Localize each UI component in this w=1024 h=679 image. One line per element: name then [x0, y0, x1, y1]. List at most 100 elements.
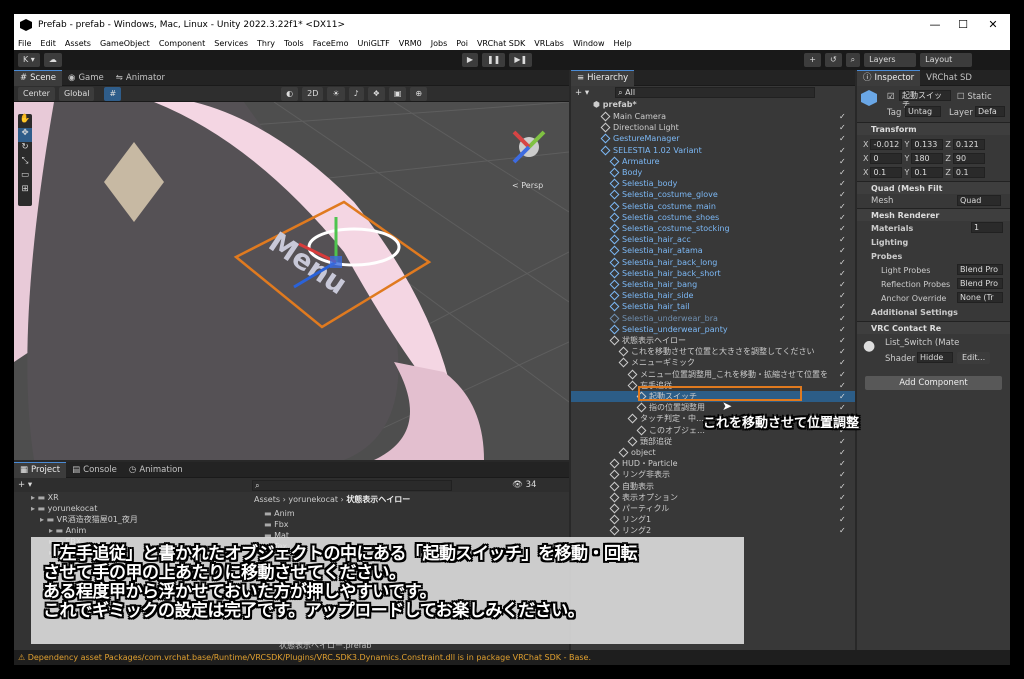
active-toggle-checkbox[interactable]: ✓ [839, 324, 846, 335]
hierarchy-item[interactable]: Selestia_body [609, 178, 677, 189]
active-checkbox[interactable]: ☑ [887, 92, 895, 102]
menu-vrlabs[interactable]: VRLabs [534, 39, 564, 48]
active-toggle-checkbox[interactable]: ✓ [839, 313, 846, 324]
hierarchy-item[interactable]: Selestia_underwear_bra [609, 313, 718, 324]
tab-animation[interactable]: ◷ Animation [123, 462, 189, 478]
active-toggle-checkbox[interactable]: ✓ [839, 257, 846, 268]
menu-tools[interactable]: Tools [284, 39, 304, 48]
status-bar[interactable]: ⚠ Dependency asset Packages/com.vrchat.b… [14, 650, 1010, 665]
mode-2d-toggle[interactable]: 2D [302, 86, 324, 101]
minimize-button[interactable]: — [920, 14, 950, 36]
hierarchy-item[interactable]: Selestia_hair_back_short [609, 268, 721, 279]
hierarchy-item[interactable]: これを移動させて位置と大きさを調整してください [618, 346, 815, 357]
active-toggle-checkbox[interactable]: ✓ [839, 481, 846, 492]
tab-vrchat-sdk[interactable]: VRChat SD [920, 70, 978, 86]
project-folder-item[interactable]: ▬ Fbx [264, 519, 564, 530]
active-toggle-checkbox[interactable]: ✓ [839, 525, 846, 536]
hierarchy-item[interactable]: SELESTIA 1.02 Variant [600, 145, 702, 156]
menu-edit[interactable]: Edit [40, 39, 56, 48]
audio-icon[interactable]: ♪ [348, 86, 364, 101]
light-probes-dropdown[interactable]: Blend Pro [957, 264, 1003, 275]
play-button[interactable]: ▶ [461, 53, 478, 67]
active-toggle-checkbox[interactable]: ✓ [839, 133, 846, 144]
hierarchy-item[interactable]: リング2 [609, 525, 651, 536]
hierarchy-item[interactable]: Selestia_underwear_panty [609, 324, 728, 335]
active-toggle-checkbox[interactable]: ✓ [839, 346, 846, 357]
effects-icon[interactable]: ❖ [367, 86, 385, 101]
tab-animator[interactable]: ⇋ Animator [110, 70, 171, 86]
pivot-dropdown[interactable]: Center [18, 86, 55, 101]
position-x-field[interactable]: -0.012 [870, 138, 903, 150]
hierarchy-item[interactable]: Selestia_hair_back_long [609, 257, 717, 268]
breadcrumb-yorunekocat[interactable]: yorunekocat [288, 495, 338, 504]
active-toggle-checkbox[interactable]: ✓ [839, 357, 846, 368]
active-toggle-checkbox[interactable]: ✓ [839, 111, 846, 122]
transform-header[interactable]: Transform [857, 122, 1010, 135]
position-y-field[interactable]: 0.133 [911, 138, 944, 150]
active-toggle-checkbox[interactable]: ✓ [839, 436, 846, 447]
shader-dropdown[interactable]: Hidde [917, 352, 953, 363]
hierarchy-item[interactable]: リング非表示 [609, 469, 670, 480]
hierarchy-item[interactable]: Selestia_costume_shoes [609, 212, 719, 223]
add-icon[interactable]: + [804, 53, 821, 67]
scene-viewport[interactable]: Menu < Persp ✋ ✥ ↻ ⤡ ▭ ⊞ [14, 102, 569, 460]
scale-tool-icon[interactable]: ⤡ [18, 156, 32, 170]
menu-gameobject[interactable]: GameObject [100, 39, 150, 48]
maximize-button[interactable]: ☐ [948, 14, 978, 36]
menu-services[interactable]: Services [214, 39, 248, 48]
mesh-filter-header[interactable]: Quad (Mesh Filt [857, 181, 1010, 194]
hierarchy-item[interactable]: Selestia_hair_tail [609, 301, 690, 312]
tag-dropdown[interactable]: Untag [905, 106, 941, 117]
create-asset-button[interactable]: + ▾ [18, 480, 32, 490]
hierarchy-item[interactable]: 状態表示ヘイロー [609, 335, 686, 346]
lighting-foldout[interactable]: Lighting [871, 238, 908, 247]
active-toggle-checkbox[interactable]: ✓ [839, 268, 846, 279]
active-toggle-checkbox[interactable]: ✓ [839, 380, 846, 391]
active-toggle-checkbox[interactable]: ✓ [839, 201, 846, 212]
move-tool-icon[interactable]: ✥ [18, 128, 32, 142]
add-component-button[interactable]: Add Component [865, 376, 1002, 390]
active-toggle-checkbox[interactable]: ✓ [839, 503, 846, 514]
active-toggle-checkbox[interactable]: ✓ [839, 145, 846, 156]
reflection-probes-dropdown[interactable]: Blend Pro [957, 278, 1003, 289]
menu-file[interactable]: File [18, 39, 31, 48]
active-toggle-checkbox[interactable]: ✓ [839, 178, 846, 189]
camera-icon[interactable]: ▣ [388, 86, 407, 101]
menu-thry[interactable]: Thry [257, 39, 275, 48]
gizmo-center[interactable] [330, 256, 342, 268]
rotation-y-field[interactable]: 180 [911, 152, 944, 164]
mesh-field[interactable]: Quad [957, 195, 1001, 206]
tab-project[interactable]: ▦ Project [14, 461, 67, 478]
account-dropdown[interactable]: K ▾ [18, 53, 40, 67]
active-toggle-checkbox[interactable]: ✓ [839, 391, 846, 402]
folder-tree-item[interactable]: ▸ ▬ VR酒造夜猫屋01_夜月 [14, 514, 250, 525]
hierarchy-item[interactable]: Selestia_costume_stocking [609, 223, 730, 234]
space-dropdown[interactable]: Global [58, 86, 95, 101]
hierarchy-item[interactable]: object [618, 447, 656, 458]
menu-jobs[interactable]: Jobs [431, 39, 448, 48]
hierarchy-item[interactable]: 指の位置調整用 [636, 402, 705, 413]
hierarchy-item[interactable]: Main Camera [600, 111, 666, 122]
hierarchy-item[interactable]: Selestia_hair_atama [609, 245, 703, 256]
cloud-icon[interactable]: ☁ [43, 53, 62, 67]
active-toggle-checkbox[interactable]: ✓ [839, 234, 846, 245]
active-toggle-checkbox[interactable]: ✓ [839, 369, 846, 380]
project-search-input[interactable]: ⌕ [252, 479, 453, 491]
hierarchy-item[interactable]: リング1 [609, 514, 651, 525]
breadcrumb-assets[interactable]: Assets [254, 495, 280, 504]
rect-tool-icon[interactable]: ▭ [18, 170, 32, 184]
active-toggle-checkbox[interactable]: ✓ [839, 301, 846, 312]
active-toggle-checkbox[interactable]: ✓ [839, 122, 846, 133]
active-toggle-checkbox[interactable]: ✓ [839, 189, 846, 200]
hierarchy-item[interactable]: このオブジェ… [636, 425, 705, 436]
hierarchy-item[interactable]: メニュー位置調整用_これを移動・拡縮させて位置を [627, 369, 828, 380]
active-toggle-checkbox[interactable]: ✓ [839, 212, 846, 223]
active-toggle-checkbox[interactable]: ✓ [839, 279, 846, 290]
tab-inspector[interactable]: ⓘ Inspector [857, 69, 921, 86]
hierarchy-item[interactable]: GestureManager [600, 133, 680, 144]
tab-console[interactable]: ▤ Console [66, 462, 123, 478]
active-toggle-checkbox[interactable]: ✓ [839, 335, 846, 346]
lighting-icon[interactable]: ☀ [327, 86, 345, 101]
menu-vrchat-sdk[interactable]: VRChat SDK [477, 39, 525, 48]
hierarchy-item[interactable]: HUD・Particle [609, 458, 678, 469]
